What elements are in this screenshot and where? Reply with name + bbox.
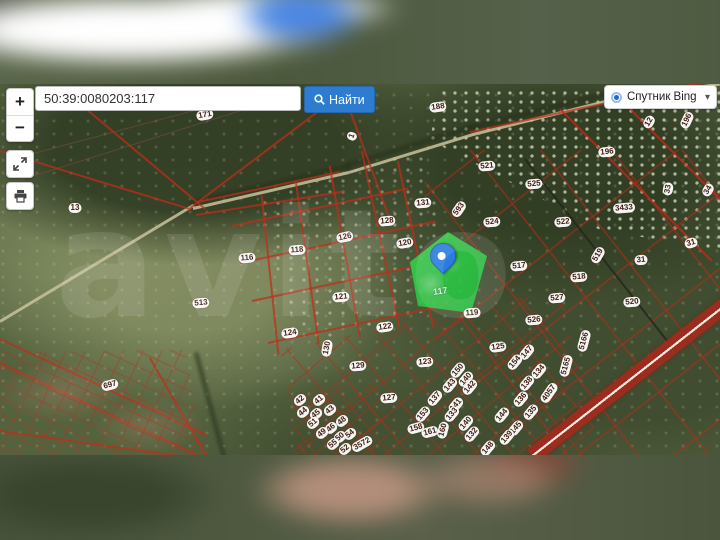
parcel-label: 196 xyxy=(679,110,695,130)
cadastral-search-input[interactable] xyxy=(35,86,301,111)
zoom-in-button[interactable]: + xyxy=(7,89,33,116)
zoom-out-button[interactable]: − xyxy=(7,116,33,142)
search-button[interactable]: Найти xyxy=(304,86,375,113)
parcel-label: 520 xyxy=(623,296,641,307)
parcel-label: 525 xyxy=(525,178,543,189)
blurred-bottom-content xyxy=(0,455,720,540)
parcel-label: 31 xyxy=(683,237,698,250)
parcel-label: 135 xyxy=(522,402,541,422)
parcel-label: 5165 xyxy=(558,354,573,378)
fullscreen-button[interactable] xyxy=(6,150,34,178)
parcel-label: 144 xyxy=(493,405,512,425)
layer-select-dropdown[interactable]: Спутник Bing ▾ xyxy=(604,85,717,109)
parcel-label: 188 xyxy=(429,101,448,113)
parcel-label: 519 xyxy=(589,245,606,265)
parcel-label: 33 xyxy=(662,182,674,196)
search-icon xyxy=(314,94,325,105)
parcel-label: 123 xyxy=(416,356,434,367)
blurred-top-band xyxy=(0,0,720,84)
parcel-label: 129 xyxy=(349,360,367,371)
parcel-label: 3433 xyxy=(613,202,636,214)
parcel-label: 1 xyxy=(346,130,358,141)
parcel-label: 5166 xyxy=(576,329,591,353)
zoom-control-group: + − xyxy=(6,88,34,142)
parcel-label: 160 xyxy=(436,420,450,439)
parcel-label: 521 xyxy=(478,160,496,171)
expand-icon xyxy=(13,157,27,171)
parcel-label: 153 xyxy=(414,404,433,424)
blurred-top-content xyxy=(0,0,720,84)
parcel-label: 127 xyxy=(380,392,398,403)
parcel-label: 526 xyxy=(525,314,543,325)
parcel-label: 522 xyxy=(554,216,572,227)
parcel-label: 34 xyxy=(700,182,715,198)
parcel-label: 137 xyxy=(426,388,445,408)
parcel-label: 41 xyxy=(311,392,327,408)
radio-selected-icon xyxy=(611,92,622,103)
layer-select-value: Спутник Bing xyxy=(627,91,700,103)
parcel-label: 518 xyxy=(570,271,588,282)
watermark: avito xyxy=(55,178,520,352)
parcel-label: 196 xyxy=(598,146,616,157)
parcel-label: 31 xyxy=(634,254,648,265)
parcel-label: 12 xyxy=(641,114,656,130)
print-button[interactable] xyxy=(6,182,34,210)
parcel-label: 697 xyxy=(100,378,119,392)
parcel-label: 527 xyxy=(548,292,566,303)
parcel-label: 136 xyxy=(512,389,531,409)
printer-icon xyxy=(13,189,28,203)
search-button-label: Найти xyxy=(329,93,365,107)
parcel-label: 4057 xyxy=(539,381,560,405)
cadastral-map-viewer: 117 171188131121961965215253433333413159… xyxy=(0,0,720,540)
chevron-down-icon: ▾ xyxy=(705,92,710,103)
blurred-bottom-band xyxy=(0,455,720,540)
parcel-label: 43 xyxy=(322,402,338,418)
